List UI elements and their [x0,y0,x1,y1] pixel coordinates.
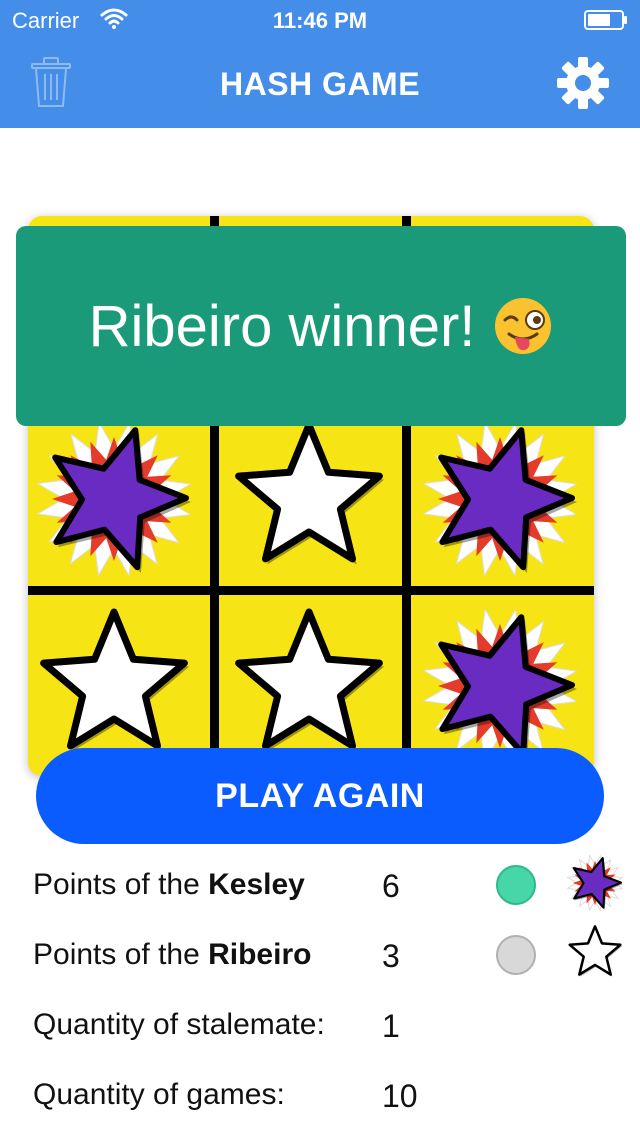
player2-label: Points of the Ribeiro [33,938,311,972]
nav-bar: HASH GAME [0,40,640,128]
page-title: HASH GAME [219,66,421,102]
board-cell-2-3-purple-star [422,608,578,764]
player2-prefix: Points of the [33,938,209,971]
winking-tongue-face-icon [495,298,552,354]
player2-score-row: Points of the Ribeiro 3 [0,920,640,990]
board-cell-1-3-purple-star [422,421,578,577]
stalemate-row: Quantity of stalemate: 1 [0,990,640,1060]
games-row: Quantity of games: 10 [0,1060,640,1130]
board-cell-1-2-white-star [235,421,385,565]
player2-turn-indicator [496,935,536,975]
games-label: Quantity of games: [33,1078,285,1111]
player1-label: Points of the Kesley [33,868,305,902]
games-count: 10 [382,1078,418,1114]
winner-message: Ribeiro winner! [88,293,476,359]
status-bar: Carrier 11:46 PM [0,0,640,40]
player1-turn-indicator [496,865,536,905]
purple-star-icon [566,854,624,912]
player1-name: Kesley [208,868,305,901]
stalemate-count: 1 [382,1008,400,1044]
status-time: 11:46 PM [272,8,368,33]
play-again-button[interactable]: PLAY AGAIN [36,748,604,844]
player1-prefix: Points of the [33,868,209,901]
board-cell-1-1-purple-star [36,421,192,577]
player1-score-row: Points of the Kesley 6 [0,850,640,920]
winner-banner: Ribeiro winner! [16,226,626,426]
player1-points: 6 [382,868,400,904]
player2-name: Ribeiro [208,938,312,971]
gear-icon[interactable] [556,56,610,110]
board-cell-2-1-white-star [40,608,190,752]
battery-icon [584,10,627,30]
player2-points: 3 [382,938,400,974]
white-star-icon [568,925,623,977]
board-cell-2-2-white-star [235,608,385,752]
stalemate-label: Quantity of stalemate: [33,1008,325,1041]
